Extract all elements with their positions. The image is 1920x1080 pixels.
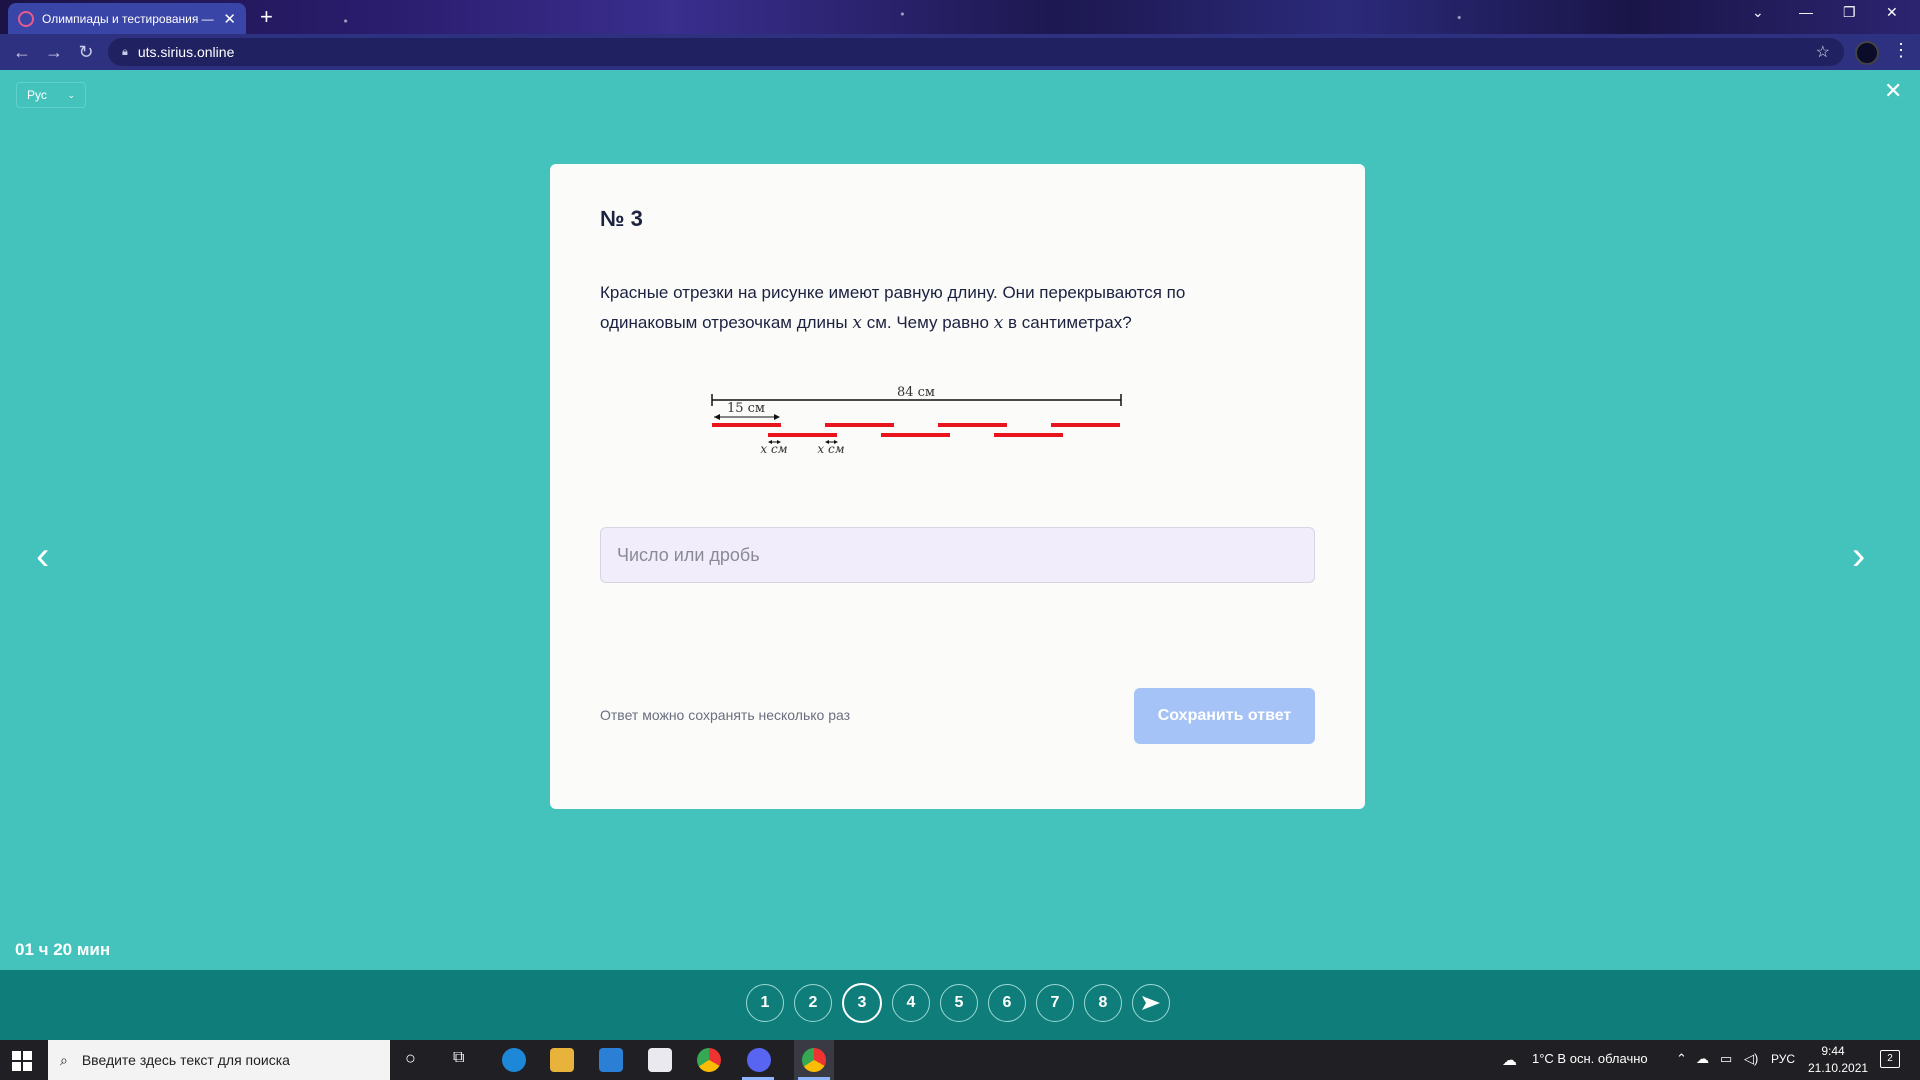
onedrive-icon[interactable]: ☁ xyxy=(1696,1051,1709,1067)
lock-icon: 🔒︎ xyxy=(122,45,128,58)
restore-icon[interactable]: ❐ xyxy=(1843,4,1856,21)
new-tab-button[interactable]: + xyxy=(260,5,273,29)
next-question-arrow-icon[interactable]: › xyxy=(1852,534,1865,579)
forward-icon[interactable]: → xyxy=(38,42,70,63)
browser-tab[interactable]: Олимпиады и тестирования — ✕ xyxy=(8,3,246,34)
taskbar-search-placeholder: Введите здесь текст для поиска xyxy=(81,1052,290,1068)
variable-x: x xyxy=(993,313,1004,333)
task-view-icon[interactable]: ⧉ xyxy=(453,1049,464,1067)
omnibox[interactable]: 🔒︎ uts.sirius.online ☆ xyxy=(108,38,1844,66)
question-page-button[interactable]: 7 xyxy=(1036,984,1074,1022)
network-icon[interactable]: ▭ xyxy=(1720,1051,1732,1067)
volume-icon[interactable]: ◁) xyxy=(1744,1051,1758,1067)
prev-question-arrow-icon[interactable]: ‹ xyxy=(36,534,49,579)
close-icon[interactable]: ✕ xyxy=(1884,78,1902,104)
question-navigation-bar: 12345678 xyxy=(0,970,1920,1040)
question-card: № 3 Красные отрезки на рисунке имеют рав… xyxy=(550,164,1365,809)
question-page-button[interactable]: 3 xyxy=(842,983,882,1023)
time-remaining: 01 ч 20 мин xyxy=(15,940,111,959)
answer-input[interactable] xyxy=(600,527,1315,583)
mail-icon[interactable] xyxy=(599,1048,623,1072)
question-text-part: см. Чему равно xyxy=(861,313,994,332)
question-number: № 3 xyxy=(600,206,643,231)
browser-menu-icon[interactable]: ⋮ xyxy=(1892,40,1910,61)
tab-close-icon[interactable]: ✕ xyxy=(223,10,236,28)
clock[interactable]: 9:44 21.10.2021 xyxy=(1808,1043,1869,1077)
variable-x: x xyxy=(852,313,862,333)
language-value: Рус xyxy=(27,88,47,102)
clock-time: 9:44 xyxy=(1821,1044,1845,1058)
store-icon[interactable] xyxy=(648,1048,672,1072)
question-text-part: в сантиметрах? xyxy=(1003,313,1132,332)
input-language[interactable]: РУС xyxy=(1771,1052,1795,1066)
weather-icon[interactable]: ☁ xyxy=(1502,1051,1517,1069)
segment-length-label: 15 см xyxy=(727,401,765,416)
question-page-button[interactable]: 4 xyxy=(892,984,930,1022)
question-text: Красные отрезки на рисунке имеют равную … xyxy=(600,278,1280,338)
url-text[interactable]: uts.sirius.online xyxy=(138,44,235,60)
clock-date: 21.10.2021 xyxy=(1808,1061,1869,1075)
taskbar-search[interactable]: ⌕ Введите здесь текст для поиска xyxy=(48,1040,390,1080)
question-page-button[interactable]: 1 xyxy=(746,984,784,1022)
chevron-down-icon: ⌄ xyxy=(67,89,75,100)
site-favicon-icon xyxy=(18,10,34,27)
question-page-button[interactable]: 2 xyxy=(794,984,832,1022)
arrow-head xyxy=(714,414,720,420)
segments-diagram: 84 см 15 см x см x см xyxy=(711,385,1122,456)
address-bar-row: ← → ↻ 🔒︎ uts.sirius.online ☆ xyxy=(0,34,1920,70)
windows-start-icon[interactable] xyxy=(12,1051,32,1071)
question-pager: 12345678 xyxy=(746,983,1170,1023)
minimize-icon[interactable]: — xyxy=(1799,4,1813,20)
chrome-active-icon[interactable] xyxy=(802,1048,826,1072)
save-answer-button[interactable]: Сохранить ответ xyxy=(1134,688,1315,744)
windows-taskbar: ⌕ Введите здесь текст для поиска ○ ⧉ ☁ 1… xyxy=(0,1040,1920,1080)
back-icon[interactable]: ← xyxy=(6,42,38,63)
arrow-head xyxy=(774,414,780,420)
notifications-icon[interactable]: 2 xyxy=(1880,1050,1900,1068)
chrome-icon[interactable] xyxy=(697,1048,721,1072)
language-select[interactable]: Рус ⌄ xyxy=(16,82,86,108)
question-page-button[interactable]: 8 xyxy=(1084,984,1122,1022)
reload-icon[interactable]: ↻ xyxy=(70,42,102,63)
send-arrow-icon[interactable] xyxy=(1132,984,1170,1022)
profile-avatar[interactable] xyxy=(1855,41,1879,65)
total-length-label: 84 см xyxy=(897,385,935,400)
question-page-button[interactable]: 6 xyxy=(988,984,1026,1022)
discord-icon[interactable] xyxy=(747,1048,771,1072)
overlap-label: x см xyxy=(760,442,787,456)
tab-search-icon[interactable]: ⌄ xyxy=(1752,4,1764,21)
question-page-button[interactable]: 5 xyxy=(940,984,978,1022)
bookmark-star-icon[interactable]: ☆ xyxy=(1816,42,1830,62)
tray-expand-icon[interactable]: ⌃ xyxy=(1676,1051,1687,1067)
browser-tab-strip xyxy=(0,0,1920,34)
window-close-icon[interactable]: ✕ xyxy=(1886,4,1898,21)
search-icon: ⌕ xyxy=(60,1051,68,1068)
overlap-label: x см xyxy=(817,442,844,456)
weather-text[interactable]: 1°C В осн. облачно xyxy=(1532,1051,1648,1066)
save-hint: Ответ можно сохранять несколько раз xyxy=(600,707,851,723)
edge-icon[interactable] xyxy=(502,1048,526,1072)
file-explorer-icon[interactable] xyxy=(550,1048,574,1072)
cortana-icon[interactable]: ○ xyxy=(405,1048,416,1069)
browser-tab-title: Олимпиады и тестирования — xyxy=(42,11,214,26)
